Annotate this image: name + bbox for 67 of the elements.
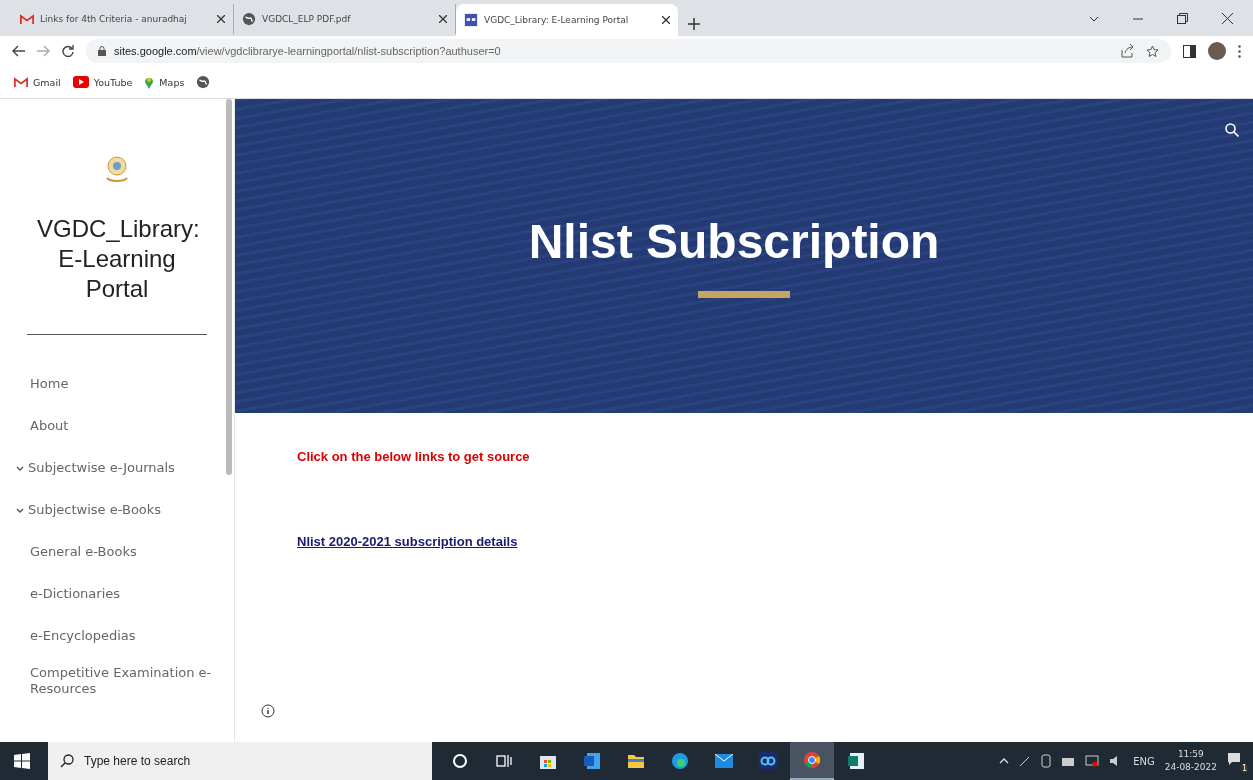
- nav-item[interactable]: Subjectwise e-Journals: [16, 447, 198, 489]
- address-bar[interactable]: sites.google.com/view/vgdclibrarye-learningportal/nlist-subscription?authuser=0: [86, 39, 1171, 63]
- page-title: Nlist Subscription: [528, 214, 940, 269]
- bookmark[interactable]: YouTube: [72, 76, 133, 88]
- taskbar-search-field[interactable]: Type here to search: [48, 742, 432, 780]
- app-icon: [759, 752, 777, 770]
- chevron-down-icon: [16, 507, 24, 513]
- document-app-icon: [583, 752, 601, 770]
- side-panel-icon[interactable]: [1183, 44, 1196, 58]
- browser-tab[interactable]: VGDC_Library: E-Learning Portal: [456, 4, 678, 36]
- subscription-link[interactable]: Nlist 2020-2021 subscription details: [297, 534, 518, 549]
- nav-item[interactable]: Home: [30, 363, 212, 405]
- close-icon[interactable]: [1222, 13, 1233, 24]
- page-icon: [464, 13, 478, 27]
- search-icon: [60, 754, 74, 768]
- clock[interactable]: 11:59 24-08-2022: [1164, 748, 1217, 774]
- network-icon[interactable]: [1061, 755, 1076, 767]
- url-text: sites.google.com/view/vgdclibrarye-learningportal/nlist-subscription?authuser=0: [114, 45, 501, 57]
- notice-text: Click on the below links to get source: [297, 449, 530, 464]
- mail-icon: [20, 13, 34, 25]
- minimize-icon[interactable]: [1133, 17, 1143, 20]
- profile-avatar[interactable]: [1208, 42, 1226, 60]
- bookmark[interactable]: Gmail: [14, 76, 61, 88]
- envelope-icon: [715, 754, 733, 768]
- share-icon[interactable]: [1120, 44, 1134, 58]
- mail-icon: [14, 76, 28, 88]
- close-icon[interactable]: [662, 16, 670, 24]
- chevron-down-icon[interactable]: [1089, 15, 1099, 22]
- search-icon[interactable]: [1225, 123, 1239, 137]
- scrollbar-thumb[interactable]: [226, 99, 232, 475]
- device-icon[interactable]: [1041, 754, 1052, 768]
- circle-icon: [452, 753, 468, 769]
- nav-item[interactable]: Competitive Examination e-Resources: [30, 657, 212, 705]
- back-icon[interactable]: [12, 45, 25, 57]
- nav-item[interactable]: Subjectwise e-Books: [16, 489, 198, 531]
- chevron-up-icon[interactable]: [999, 758, 1010, 764]
- chrome-icon: [803, 751, 821, 769]
- nav-item[interactable]: General e-Books: [30, 531, 212, 573]
- bookmark[interactable]: Maps: [144, 75, 185, 89]
- document-app-icon: [847, 752, 865, 770]
- close-icon[interactable]: [217, 15, 225, 23]
- windows-start-icon[interactable]: [14, 753, 30, 769]
- menu-icon[interactable]: [1238, 44, 1241, 58]
- nav-item[interactable]: About: [30, 405, 212, 447]
- info-icon[interactable]: [261, 704, 275, 718]
- star-icon[interactable]: [1146, 44, 1159, 58]
- globe-icon: [196, 75, 211, 89]
- nav-item[interactable]: e-Dictionaries: [30, 573, 212, 615]
- restore-icon[interactable]: [1177, 13, 1188, 24]
- lock-icon: [98, 46, 106, 56]
- play-icon: [72, 76, 89, 88]
- browser-icon: [671, 752, 689, 770]
- bookmark[interactable]: [196, 75, 211, 89]
- chevron-down-icon: [16, 465, 24, 471]
- browser-tab[interactable]: Links for 4th Criteria - anuradhaj: [12, 4, 234, 34]
- globe-icon: [242, 12, 256, 26]
- reload-icon[interactable]: [62, 45, 74, 57]
- monitor-icon[interactable]: [1085, 755, 1100, 767]
- emblem-icon: [104, 154, 130, 184]
- task-view-icon: [496, 753, 512, 769]
- site-title[interactable]: VGDC_Library: E-Learning Portal: [37, 214, 197, 304]
- language-indicator[interactable]: ENG: [1133, 755, 1155, 767]
- plus-icon[interactable]: [688, 18, 700, 30]
- folder-icon: [627, 753, 645, 769]
- map-pin-icon: [144, 75, 155, 89]
- nav-item[interactable]: e-Encyclopedias: [30, 615, 212, 657]
- close-icon[interactable]: [439, 15, 447, 23]
